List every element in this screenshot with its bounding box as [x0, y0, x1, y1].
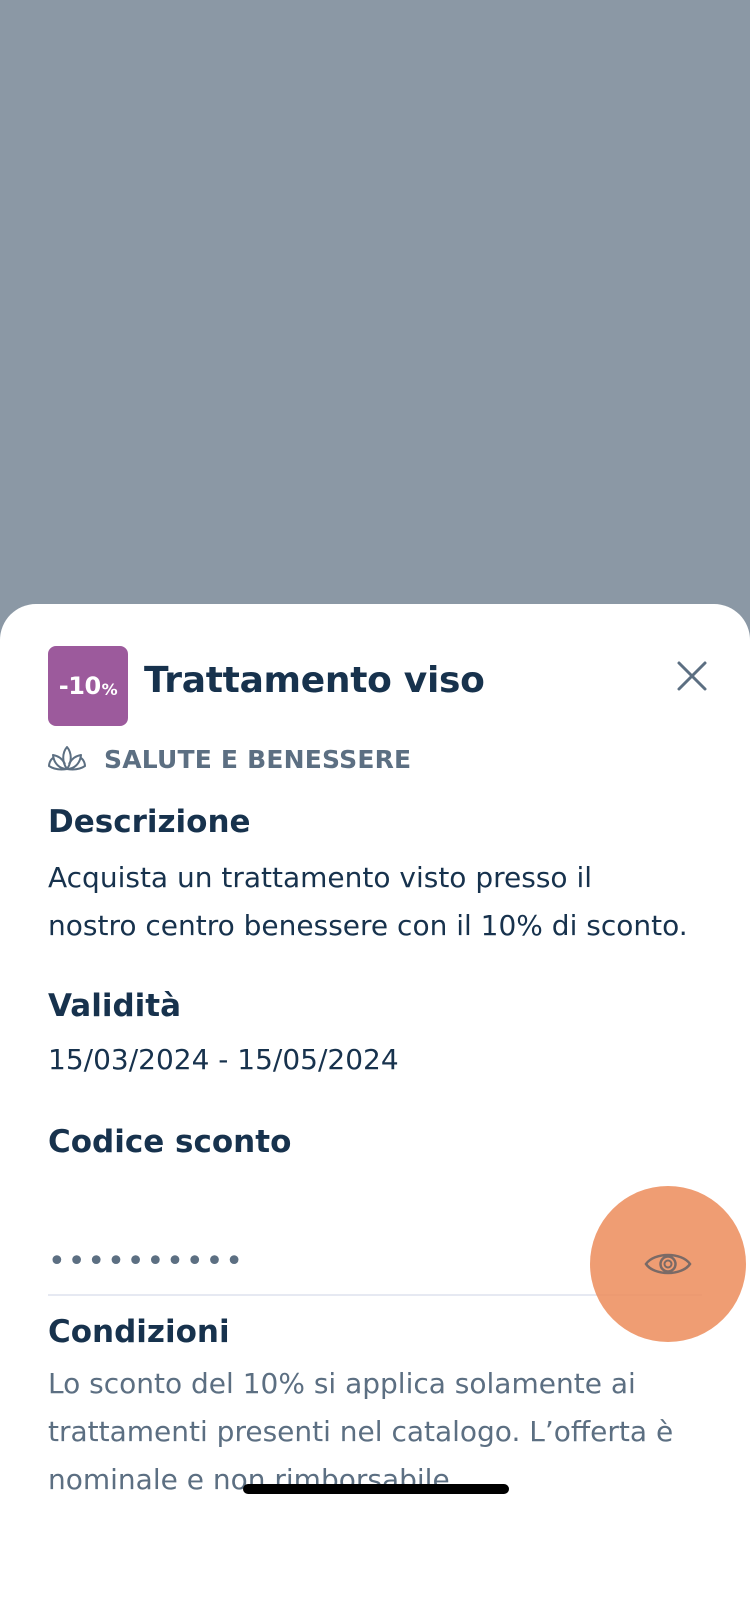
- discount-badge: -10%: [48, 646, 128, 726]
- home-indicator[interactable]: [243, 1484, 509, 1494]
- discount-code-heading: Codice sconto: [48, 1124, 292, 1160]
- eye-icon: [644, 1253, 692, 1275]
- validity-text: 15/03/2024 - 15/05/2024: [48, 1043, 399, 1076]
- conditions-heading: Condizioni: [48, 1314, 230, 1350]
- category-label: SALUTE E BENESSERE: [104, 744, 412, 774]
- discount-code-value: ••••••••••: [48, 1244, 245, 1279]
- discount-badge-value: -10: [58, 672, 101, 700]
- description-text: Acquista un trattamento visto presso il …: [48, 861, 688, 942]
- offer-category: SALUTE E BENESSERE: [48, 744, 411, 774]
- description-heading: Descrizione: [48, 804, 251, 840]
- lotus-icon: [48, 746, 86, 771]
- close-button[interactable]: [672, 656, 712, 696]
- validity-heading: Validità: [48, 988, 182, 1024]
- offer-bottom-sheet: -10% Trattamento viso SALUTE E BENESSERE…: [0, 604, 750, 1624]
- modal-backdrop[interactable]: [0, 0, 750, 610]
- discount-badge-unit: %: [101, 679, 118, 699]
- conditions-text: Lo sconto del 10% si applica solamente a…: [48, 1367, 674, 1496]
- close-icon: [677, 661, 707, 691]
- offer-title: Trattamento viso: [144, 660, 485, 701]
- reveal-code-button[interactable]: [590, 1186, 746, 1342]
